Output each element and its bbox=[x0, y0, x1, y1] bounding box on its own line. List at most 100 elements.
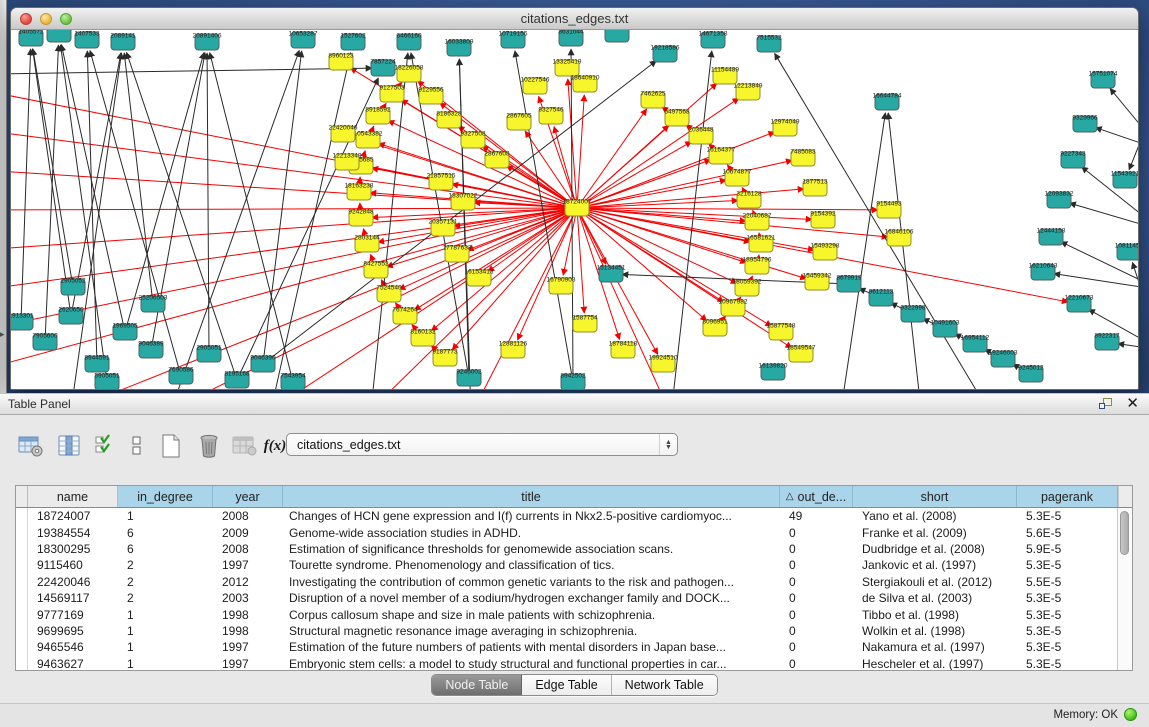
table-row[interactable]: 1456911722003Disruption of a novel membe… bbox=[28, 590, 1117, 606]
network-node[interactable]: 7515532 bbox=[756, 35, 782, 53]
network-node[interactable]: 20891406 bbox=[193, 33, 222, 51]
network-node[interactable]: 12210673 bbox=[1065, 295, 1094, 313]
network-node[interactable]: 9187773 bbox=[432, 349, 458, 367]
network-node[interactable]: 15134451 bbox=[597, 265, 626, 283]
network-node[interactable]: 12213349 bbox=[333, 153, 362, 171]
network-node[interactable]: 2620650 bbox=[58, 307, 84, 325]
network-node[interactable]: 16644784 bbox=[873, 93, 902, 111]
network-node[interactable]: 8922317 bbox=[1094, 333, 1120, 351]
network-node[interactable]: 10674877 bbox=[723, 169, 752, 187]
network-node[interactable]: 9327546 bbox=[538, 107, 564, 125]
network-node[interactable]: 10653287 bbox=[289, 31, 318, 49]
network-node[interactable]: 1969505 bbox=[112, 323, 138, 341]
network-node[interactable]: 8944591 bbox=[84, 355, 110, 373]
network-node[interactable]: 11154489 bbox=[711, 67, 739, 85]
network-node[interactable]: 9246002 bbox=[456, 369, 482, 387]
network-node[interactable]: 15493298 bbox=[811, 243, 840, 261]
network-node[interactable]: 9327508 bbox=[460, 131, 486, 149]
network-node[interactable]: 8918592 bbox=[365, 107, 391, 125]
network-node[interactable]: 12881126 bbox=[499, 341, 528, 359]
network-node[interactable]: 5497568 bbox=[664, 109, 690, 127]
network-node[interactable]: 18059392 bbox=[733, 279, 762, 297]
network-node[interactable]: 17787633 bbox=[443, 245, 472, 263]
memory-ok-indicator[interactable] bbox=[1124, 708, 1137, 721]
network-node[interactable]: 16139820 bbox=[759, 363, 788, 381]
network-node[interactable]: 10543382 bbox=[354, 131, 383, 149]
network-node[interactable]: 9046390 bbox=[250, 355, 276, 373]
network-node[interactable]: 12444158 bbox=[1037, 228, 1066, 246]
network-node[interactable]: 19924510 bbox=[649, 355, 678, 373]
row-height-icon[interactable] bbox=[122, 431, 152, 461]
table-row[interactable]: 911546021997Tourette syndrome. Phenomeno… bbox=[28, 557, 1117, 573]
network-node[interactable]: 18640910 bbox=[571, 75, 600, 93]
tab-network-table[interactable]: Network Table bbox=[612, 675, 717, 695]
network-node[interactable]: 2905052 bbox=[60, 278, 86, 296]
column-header-pagerank[interactable]: pagerank bbox=[1017, 486, 1118, 507]
network-node[interactable]: 9245012 bbox=[1018, 365, 1044, 383]
network-node[interactable]: 9129556 bbox=[418, 87, 444, 105]
network-node[interactable]: 8631044 bbox=[558, 30, 584, 46]
network-node[interactable]: 1407533 bbox=[74, 31, 100, 49]
network-node[interactable]: 8160132 bbox=[410, 329, 436, 347]
column-header-title[interactable]: title bbox=[283, 486, 780, 507]
column-header-name[interactable]: name bbox=[28, 486, 118, 507]
network-node[interactable]: 16790903 bbox=[547, 277, 576, 295]
network-node[interactable]: 6466160 bbox=[396, 33, 422, 51]
table-row[interactable]: 1830029562008Estimation of significance … bbox=[28, 541, 1117, 557]
network-node[interactable]: 16164377 bbox=[707, 147, 736, 165]
delete-table-icon[interactable] bbox=[194, 431, 224, 461]
network-node[interactable]: 8942502 bbox=[560, 373, 586, 391]
network-node[interactable]: 8195168 bbox=[224, 371, 250, 389]
network-node[interactable]: 1587754 bbox=[572, 315, 598, 333]
network-node[interactable]: 7543954 bbox=[280, 373, 306, 391]
network-node[interactable]: 15459342 bbox=[803, 273, 832, 291]
network-node[interactable]: 2064062 bbox=[46, 30, 72, 42]
network-node[interactable]: 15751074 bbox=[1089, 71, 1118, 89]
splitter-arrow-icon[interactable]: ▸ bbox=[0, 330, 5, 339]
network-window[interactable]: citations_edges.txt 14055722064062140753… bbox=[10, 7, 1139, 390]
network-node[interactable]: 8679919 bbox=[836, 275, 862, 293]
network-node[interactable]: 12213849 bbox=[734, 83, 763, 101]
control-panel-splitter[interactable]: ▸ bbox=[0, 0, 7, 393]
scrollbar-thumb[interactable] bbox=[1120, 511, 1129, 555]
network-node[interactable]: 16153413 bbox=[465, 269, 494, 287]
network-node[interactable]: 9227343 bbox=[1060, 151, 1086, 169]
network-node[interactable]: 18724007 bbox=[563, 199, 592, 217]
network-node[interactable]: 5905051 bbox=[94, 373, 120, 391]
table-panel-titlebar[interactable]: Table Panel ✕ bbox=[0, 393, 1149, 415]
network-node[interactable]: 10491603 bbox=[931, 320, 960, 338]
network-node[interactable]: 25206503 bbox=[139, 295, 168, 313]
table-row[interactable]: 969969511998Structural magnetic resonanc… bbox=[28, 623, 1117, 639]
network-node[interactable]: 10719155 bbox=[499, 31, 528, 49]
network-node[interactable]: 12974049 bbox=[771, 119, 800, 137]
network-node[interactable]: 2089141 bbox=[110, 33, 136, 51]
network-node[interactable]: 16581621 bbox=[747, 235, 776, 253]
vertical-scrollbar[interactable] bbox=[1117, 508, 1132, 671]
network-node[interactable]: 8096951 bbox=[702, 319, 728, 337]
network-node[interactable]: 9329966 bbox=[1072, 115, 1098, 133]
network-node[interactable]: 18954796 bbox=[743, 257, 772, 275]
network-node[interactable]: 9127503 bbox=[379, 85, 405, 103]
network-node[interactable]: 22420046 bbox=[329, 125, 358, 143]
network-node[interactable]: 8427552 bbox=[363, 261, 389, 279]
network-node[interactable]: 2867605 bbox=[506, 113, 532, 131]
network-window-titlebar[interactable]: citations_edges.txt bbox=[11, 8, 1138, 30]
network-node[interactable]: 11543921 bbox=[1111, 171, 1138, 189]
new-table-icon[interactable] bbox=[156, 431, 186, 461]
network-node[interactable]: 2803144 bbox=[354, 235, 380, 253]
network-node[interactable]: 15877548 bbox=[767, 323, 796, 341]
network-node[interactable]: 9242848 bbox=[348, 209, 374, 227]
network-node[interactable]: 14671358 bbox=[699, 31, 728, 49]
network-node[interactable]: 18307022 bbox=[449, 193, 478, 211]
network-node[interactable]: 1877513 bbox=[802, 179, 828, 197]
column-header-year[interactable]: year bbox=[213, 486, 283, 507]
network-node[interactable]: 18549547 bbox=[787, 345, 816, 363]
network-node[interactable]: 2867608 bbox=[484, 151, 510, 169]
column-header-in-degree[interactable]: in_degree bbox=[118, 486, 213, 507]
tab-node-table[interactable]: Node Table bbox=[432, 675, 522, 695]
network-node[interactable]: 16954112 bbox=[961, 335, 990, 353]
network-node[interactable]: 10227546 bbox=[521, 77, 550, 95]
table-row[interactable]: 946362711997Embryonic stem cells: a mode… bbox=[28, 656, 1117, 671]
network-node[interactable]: 13325419 bbox=[553, 59, 582, 77]
network-node[interactable]: 7462625 bbox=[640, 91, 666, 109]
